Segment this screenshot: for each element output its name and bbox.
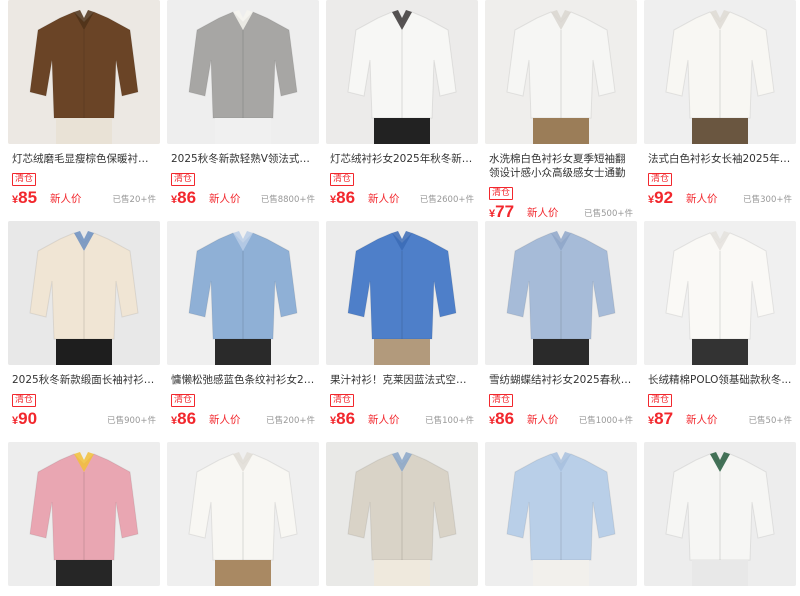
product-image[interactable] (8, 0, 160, 144)
product-card[interactable]: 灯芯绒衬衫女2025年秋冬新款... 清仓 ¥86 新人价 已售2600+件 (326, 0, 478, 210)
product-image[interactable] (167, 442, 319, 586)
product-card[interactable]: 雪纺蝴蝶结衬衫女2025春秋新... 清仓 ¥86 新人价 已售1000+件 (485, 221, 637, 431)
clearance-badge: 清仓 (330, 173, 355, 186)
product-card[interactable]: 2025秋冬新款缎面长袖衬衫女... 清仓 ¥90 已售900+件 (8, 221, 160, 431)
product-card[interactable] (485, 442, 637, 586)
product-image[interactable] (326, 221, 478, 365)
product-image[interactable] (485, 442, 637, 586)
product-image[interactable] (326, 442, 478, 586)
product-card[interactable]: 2025秋冬新款轻熟V领法式长袖... 清仓 ¥86 新人价 已售8800+件 (167, 0, 319, 210)
price-row: ¥86 新人价 已售2600+件 (326, 188, 478, 210)
sold-count: 已售50+件 (748, 416, 792, 426)
price-value: 86 (336, 188, 356, 207)
price-value: 86 (495, 409, 515, 428)
product-title[interactable]: 2025秋冬新款轻熟V领法式长袖... (167, 152, 319, 166)
product-price: ¥92 (648, 188, 673, 208)
price-value: 92 (654, 188, 674, 207)
sold-count: 已售2600+件 (419, 195, 474, 205)
new-user-price-label: 新人价 (686, 193, 718, 205)
sold-count: 已售1000+件 (578, 416, 633, 426)
sold-count: 已售100+件 (425, 416, 474, 426)
product-card[interactable]: 灯芯绒磨毛显瘦棕色保暖衬衫女... 清仓 ¥85 新人价 已售20+件 (8, 0, 160, 210)
product-image[interactable] (485, 221, 637, 365)
product-price: ¥86 (330, 409, 355, 429)
product-card[interactable] (644, 442, 796, 586)
product-title[interactable]: 2025秋冬新款缎面长袖衬衫女... (8, 373, 160, 387)
product-image[interactable] (167, 0, 319, 144)
price-value: 86 (177, 188, 197, 207)
clearance-badge: 清仓 (648, 394, 673, 407)
product-image[interactable] (167, 221, 319, 365)
product-price: ¥87 (648, 409, 673, 429)
product-title[interactable]: 灯芯绒衬衫女2025年秋冬新款... (326, 152, 478, 166)
new-user-price-label: 新人价 (209, 414, 241, 426)
price-value: 90 (18, 409, 38, 428)
new-user-price-label: 新人价 (527, 414, 559, 426)
price-row: ¥86 新人价 已售1000+件 (485, 409, 637, 431)
product-image[interactable] (644, 442, 796, 586)
product-price: ¥85 (12, 188, 37, 208)
new-user-price-label: 新人价 (527, 207, 559, 219)
product-card[interactable]: 水洗棉白色衬衫女夏季短袖翻领设计感小众高级感女士通勤面试衬衣清仓 ¥77 新人价 已售… (485, 0, 637, 224)
product-card[interactable]: 果汁衬衫！克莱因蓝法式空气感... 清仓 ¥86 新人价 已售100+件 (326, 221, 478, 431)
price-row: ¥86 新人价 已售200+件 (167, 409, 319, 431)
price-value: 86 (177, 409, 197, 428)
product-title[interactable]: 长绒精棉POLO领基础款秋冬... (644, 373, 796, 387)
product-price: ¥86 (171, 409, 196, 429)
clearance-badge: 清仓 (171, 394, 196, 407)
new-user-price-label: 新人价 (686, 414, 718, 426)
clearance-badge: 清仓 (12, 173, 37, 186)
price-row: ¥92 新人价 已售300+件 (644, 188, 796, 210)
product-price: ¥77 (489, 202, 514, 222)
product-price: ¥86 (171, 188, 196, 208)
product-price: ¥86 (330, 188, 355, 208)
clearance-badge: 清仓 (648, 173, 673, 186)
product-title[interactable]: 水洗棉白色衬衫女夏季短袖翻领设计感小众高级感女士通勤面试衬衣 (485, 152, 637, 180)
product-image[interactable] (8, 442, 160, 586)
product-title[interactable]: 法式白色衬衫女长袖2025年春... (644, 152, 796, 166)
price-value: 87 (654, 409, 674, 428)
price-value: 85 (18, 188, 38, 207)
price-value: 77 (495, 202, 515, 221)
product-card[interactable] (326, 442, 478, 586)
clearance-badge: 清仓 (171, 173, 196, 186)
sold-count: 已售900+件 (107, 416, 156, 426)
clearance-badge: 清仓 (12, 394, 37, 407)
product-image[interactable] (485, 0, 637, 144)
clearance-badge: 清仓 (330, 394, 355, 407)
product-image[interactable] (644, 0, 796, 144)
price-row: ¥85 新人价 已售20+件 (8, 188, 160, 210)
product-price: ¥86 (489, 409, 514, 429)
sold-count: 已售200+件 (266, 416, 315, 426)
product-card[interactable]: 长绒精棉POLO领基础款秋冬... 清仓 ¥87 新人价 已售50+件 (644, 221, 796, 431)
product-card[interactable]: 法式白色衬衫女长袖2025年春... 清仓 ¥92 新人价 已售300+件 (644, 0, 796, 210)
product-card[interactable]: 慵懒松弛感蓝色条纹衬衫女202... 清仓 ¥86 新人价 已售200+件 (167, 221, 319, 431)
product-title[interactable]: 灯芯绒磨毛显瘦棕色保暖衬衫女... (8, 152, 160, 166)
product-image[interactable] (644, 221, 796, 365)
product-card[interactable] (167, 442, 319, 586)
product-image[interactable] (8, 221, 160, 365)
clearance-badge: 清仓 (489, 394, 514, 407)
sold-count: 已售8800+件 (260, 195, 315, 205)
price-row: ¥86 新人价 已售100+件 (326, 409, 478, 431)
product-title[interactable]: 雪纺蝴蝶结衬衫女2025春秋新... (485, 373, 637, 387)
product-image[interactable] (326, 0, 478, 144)
product-title[interactable]: 果汁衬衫！克莱因蓝法式空气感... (326, 373, 478, 387)
product-price: ¥90 (12, 409, 37, 429)
price-value: 86 (336, 409, 356, 428)
price-row: ¥87 新人价 已售50+件 (644, 409, 796, 431)
product-card[interactable] (8, 442, 160, 586)
new-user-price-label: 新人价 (209, 193, 241, 205)
price-row: ¥90 已售900+件 (8, 409, 160, 431)
sold-count: 已售20+件 (112, 195, 156, 205)
new-user-price-label: 新人价 (368, 414, 400, 426)
clearance-badge: 清仓 (489, 187, 514, 200)
new-user-price-label: 新人价 (368, 193, 400, 205)
product-title[interactable]: 慵懒松弛感蓝色条纹衬衫女202... (167, 373, 319, 387)
new-user-price-label: 新人价 (50, 193, 82, 205)
sold-count: 已售300+件 (743, 195, 792, 205)
price-row: ¥86 新人价 已售8800+件 (167, 188, 319, 210)
sold-count: 已售500+件 (584, 209, 633, 219)
